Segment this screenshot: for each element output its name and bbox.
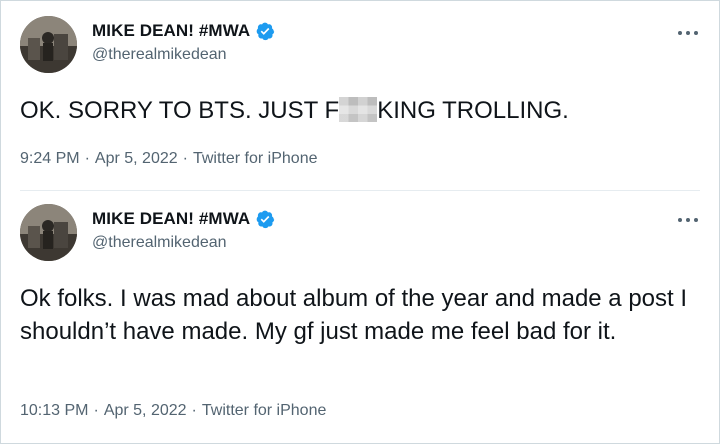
tweet-text: Ok folks. I was mad about album of the y… [20,285,688,345]
avatar[interactable] [20,204,77,261]
tweet-source[interactable]: Twitter for iPhone [202,402,327,420]
handle[interactable]: @therealmikedean [92,46,227,64]
meta-separator: · [84,150,90,167]
more-options-icon[interactable] [678,215,698,225]
tweet-text-part: KING TROLLING. [377,97,569,124]
meta-separator: · [182,150,188,167]
meta-separator: · [191,402,197,419]
more-options-icon[interactable] [678,28,698,38]
tweet-card[interactable]: MIKE DEAN! #MWA @therealmikedean OK. SOR… [0,0,720,190]
meta-separator: · [93,402,99,419]
author-name-line: MIKE DEAN! #MWA [92,20,275,42]
tweet-time[interactable]: 9:24 PM [20,150,80,168]
verified-badge-icon [255,209,275,229]
tweet-meta: 10:13 PM · Apr 5, 2022 · Twitter for iPh… [20,402,326,420]
censor-blur [339,97,378,122]
tweet-text: OK. SORRY TO BTS. JUST F KING TROLLING. [20,94,696,127]
tweet-time[interactable]: 10:13 PM [20,402,88,420]
display-name[interactable]: MIKE DEAN! #MWA [92,21,250,41]
tweet-card[interactable]: MIKE DEAN! #MWA @therealmikedean Ok folk… [0,190,720,444]
avatar[interactable] [20,16,77,73]
tweet-meta: 9:24 PM · Apr 5, 2022 · Twitter for iPho… [20,150,317,168]
tweet-date[interactable]: Apr 5, 2022 [104,402,187,420]
verified-badge-icon [255,21,275,41]
author-name-line: MIKE DEAN! #MWA [92,208,275,230]
display-name[interactable]: MIKE DEAN! #MWA [92,209,250,229]
handle[interactable]: @therealmikedean [92,234,227,252]
tweet-source[interactable]: Twitter for iPhone [193,150,318,168]
tweet-date[interactable]: Apr 5, 2022 [95,150,178,168]
tweet-text-part: OK. SORRY TO BTS. JUST F [20,97,340,124]
